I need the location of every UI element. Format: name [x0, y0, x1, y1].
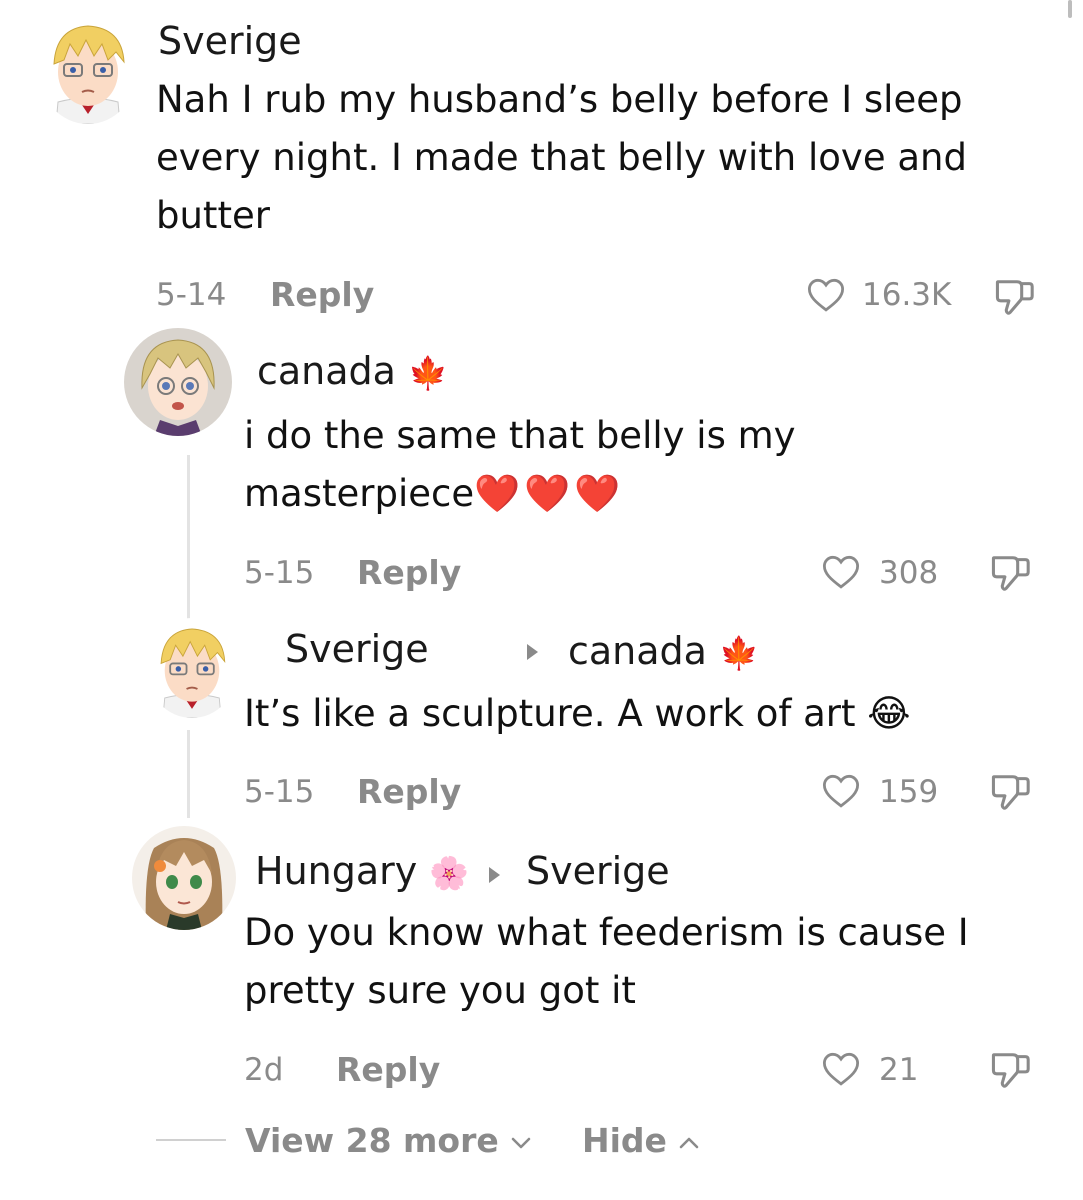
maple-leaf-icon: 🍁: [408, 354, 448, 392]
thread-line: [187, 455, 190, 623]
laughing-tears-emoji-icon: 😂: [867, 692, 911, 735]
comment-username: Hungary 🌸: [255, 852, 469, 890]
avatar-sverige-image: [38, 14, 138, 124]
view-more-label: View 28 more: [245, 1121, 499, 1160]
like-count: 21: [879, 1052, 919, 1088]
heart-outline-icon[interactable]: [820, 551, 862, 593]
like-count: 16.3K: [862, 277, 952, 313]
thread-line: [187, 730, 190, 818]
thumbs-down-outline-icon[interactable]: [988, 1049, 1034, 1091]
comment-username[interactable]: Sverige: [285, 630, 429, 668]
avatar-canada-image: [124, 328, 232, 436]
chevron-down-icon: [512, 1137, 531, 1148]
comment-username: canada 🍁: [257, 352, 448, 390]
reply-to-username-text[interactable]: canada: [568, 629, 707, 673]
comment-text: It’s like a sculpture. A work of art 😂: [244, 685, 1024, 743]
reply-arrow-icon: [489, 867, 500, 883]
comment-text-body: It’s like a sculpture. A work of art: [244, 692, 856, 735]
heart-outline-icon[interactable]: [805, 274, 847, 316]
reply-to-username: canada 🍁: [568, 632, 759, 670]
thumbs-down-outline-icon[interactable]: [988, 552, 1034, 594]
chevron-up-icon: [680, 1137, 699, 1148]
heart-outline-icon[interactable]: [820, 1048, 862, 1090]
comment-text: Nah I rub my husband’s belly before I sl…: [156, 78, 967, 237]
hide-replies-button[interactable]: Hide: [582, 1124, 700, 1157]
avatar-canada[interactable]: [124, 328, 232, 436]
comment-date: 5-14: [156, 277, 227, 313]
reply-button[interactable]: Reply: [357, 775, 461, 808]
thumbs-down-outline-icon[interactable]: [988, 771, 1034, 813]
comment-username-text[interactable]: canada: [257, 349, 396, 393]
red-heart-emoji-icon: ❤️❤️❤️: [474, 472, 625, 515]
avatar-sverige[interactable]: [38, 14, 138, 124]
reply-arrow-icon: [527, 644, 538, 660]
comment-text: Do you know what feederism is cause I pr…: [244, 911, 969, 1012]
avatar-hungary-image: [132, 826, 236, 930]
comment-username-text[interactable]: Hungary: [255, 849, 417, 893]
reply-button[interactable]: Reply: [270, 278, 374, 311]
comment-username[interactable]: Sverige: [158, 22, 302, 60]
reply-to-username[interactable]: Sverige: [526, 852, 670, 890]
cherry-blossom-icon: 🌸: [429, 854, 470, 892]
avatar-sverige[interactable]: [146, 618, 238, 718]
view-more-replies-button[interactable]: View 28 more: [245, 1124, 532, 1157]
heart-outline-icon[interactable]: [820, 770, 862, 812]
reply-button[interactable]: Reply: [357, 556, 461, 589]
hide-label: Hide: [582, 1121, 667, 1160]
maple-leaf-icon: 🍁: [719, 634, 759, 672]
reply-button[interactable]: Reply: [336, 1053, 440, 1086]
like-count: 308: [879, 555, 939, 591]
comment-date: 5-15: [244, 774, 315, 810]
view-more-divider: [156, 1139, 226, 1141]
like-count: 159: [879, 774, 939, 810]
avatar-hungary[interactable]: [132, 826, 236, 930]
avatar-sverige-image: [146, 618, 238, 718]
comment-date: 2d: [244, 1052, 284, 1088]
thumbs-down-outline-icon[interactable]: [992, 276, 1038, 318]
comment-date: 5-15: [244, 555, 315, 591]
comment-text: i do the same that belly is my masterpie…: [244, 407, 864, 523]
scrollbar[interactable]: [1068, 0, 1072, 18]
